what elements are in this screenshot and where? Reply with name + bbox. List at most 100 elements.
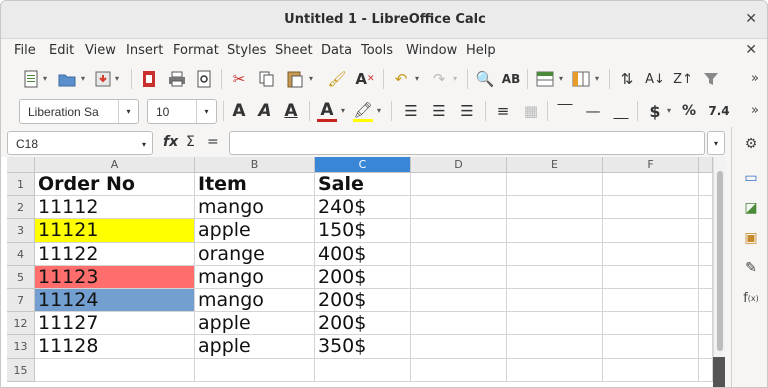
redo-dropdown-icon[interactable]: ▾ xyxy=(453,74,457,83)
cell-e7[interactable] xyxy=(507,289,603,313)
row-header[interactable]: 2 xyxy=(7,196,35,220)
cell-e1[interactable] xyxy=(507,173,603,197)
row-header[interactable]: 12 xyxy=(7,312,35,336)
font-color-dropdown-icon[interactable]: ▾ xyxy=(341,106,345,115)
find-replace-icon[interactable]: 🔍 xyxy=(475,69,495,89)
cell-f5[interactable] xyxy=(603,265,699,289)
sort-ascending-icon[interactable]: A↓ xyxy=(645,69,665,89)
cell-b1[interactable]: Item xyxy=(195,173,315,197)
cell-d7[interactable] xyxy=(411,289,507,313)
cell-b5[interactable]: mango xyxy=(195,265,315,289)
column-dropdown-icon[interactable]: ▾ xyxy=(595,74,599,83)
paste-icon[interactable] xyxy=(285,69,305,89)
row-header[interactable]: 7 xyxy=(7,289,35,313)
cell-c15[interactable] xyxy=(315,358,411,382)
undo-icon[interactable]: ↶ xyxy=(391,69,411,89)
paste-dropdown-icon[interactable]: ▾ xyxy=(309,74,313,83)
cell-d5[interactable] xyxy=(411,265,507,289)
cell-a1[interactable]: Order No xyxy=(35,173,195,197)
cell-d4[interactable] xyxy=(411,242,507,266)
wrap-text-icon[interactable]: ≡ xyxy=(493,101,513,121)
save-icon[interactable] xyxy=(93,69,113,89)
column-header-d[interactable]: D xyxy=(411,157,507,173)
cell-a3[interactable]: 11121 xyxy=(35,219,195,243)
clone-formatting-icon[interactable]: 🖌 xyxy=(327,69,347,89)
cell-b4[interactable]: orange xyxy=(195,242,315,266)
copy-icon[interactable] xyxy=(257,69,277,89)
function-wizard-icon[interactable]: fx xyxy=(163,134,178,150)
cell-e13[interactable] xyxy=(507,335,603,359)
cell-a12[interactable]: 11127 xyxy=(35,312,195,336)
cell-a15[interactable] xyxy=(35,358,195,382)
spreadsheet-grid[interactable]: A B C D E F 1 Order No Item Sale 2 11112 mango… xyxy=(1,157,725,387)
cell-f2[interactable] xyxy=(603,196,699,220)
cell-b3[interactable]: apple xyxy=(195,219,315,243)
currency-icon[interactable]: $ xyxy=(645,101,665,121)
new-dropdown-icon[interactable]: ▾ xyxy=(43,74,47,83)
align-center-icon[interactable]: ☰ xyxy=(429,101,449,121)
menu-styles[interactable]: Styles xyxy=(227,43,266,58)
cell-c13[interactable]: 350$ xyxy=(315,335,411,359)
cell-d13[interactable] xyxy=(411,335,507,359)
print-preview-icon[interactable] xyxy=(194,69,214,89)
cell-g13[interactable] xyxy=(699,335,713,359)
cell-a5[interactable]: 11123 xyxy=(35,265,195,289)
column-header-b[interactable]: B xyxy=(195,157,315,173)
align-top-icon[interactable]: ⎺ xyxy=(555,101,575,121)
export-pdf-icon[interactable] xyxy=(139,69,159,89)
row-header[interactable]: 4 xyxy=(7,242,35,266)
select-all-corner[interactable] xyxy=(7,157,35,173)
cell-g7[interactable] xyxy=(699,289,713,313)
cell-a7[interactable]: 11124 xyxy=(35,289,195,313)
window-close-icon[interactable]: ✕ xyxy=(745,11,757,27)
column-header-g[interactable] xyxy=(699,157,713,173)
italic-icon[interactable]: A xyxy=(255,101,275,121)
cell-d2[interactable] xyxy=(411,196,507,220)
cell-c4[interactable]: 400$ xyxy=(315,242,411,266)
cell-c1[interactable]: Sale xyxy=(315,173,411,197)
cell-b7[interactable]: mango xyxy=(195,289,315,313)
menu-tools[interactable]: Tools xyxy=(361,43,393,58)
cell-e5[interactable] xyxy=(507,265,603,289)
cell-e15[interactable] xyxy=(507,358,603,382)
menu-help[interactable]: Help xyxy=(466,43,496,58)
cell-e3[interactable] xyxy=(507,219,603,243)
spelling-icon[interactable]: AB xyxy=(501,69,521,89)
cell-a13[interactable]: 11128 xyxy=(35,335,195,359)
cell-b12[interactable]: apple xyxy=(195,312,315,336)
sort-icon[interactable]: ⇅ xyxy=(617,69,637,89)
cut-icon[interactable]: ✂ xyxy=(229,69,249,89)
cell-f3[interactable] xyxy=(603,219,699,243)
row-header[interactable]: 5 xyxy=(7,265,35,289)
open-dropdown-icon[interactable]: ▾ xyxy=(81,74,85,83)
cell-g4[interactable] xyxy=(699,242,713,266)
align-middle-icon[interactable]: — xyxy=(583,101,603,121)
row-header[interactable]: 15 xyxy=(7,358,35,382)
toolbar2-overflow-icon[interactable]: » xyxy=(751,103,759,118)
cell-g12[interactable] xyxy=(699,312,713,336)
cell-c2[interactable]: 240$ xyxy=(315,196,411,220)
formula-input[interactable] xyxy=(229,131,705,155)
merge-cells-icon[interactable]: ▦ xyxy=(521,101,541,121)
column-icon[interactable] xyxy=(571,69,591,89)
cell-c7[interactable]: 200$ xyxy=(315,289,411,313)
print-icon[interactable] xyxy=(167,69,187,89)
vertical-scroll-thumb[interactable] xyxy=(717,171,723,351)
align-bottom-icon[interactable]: ⎽ xyxy=(611,101,631,121)
cell-b13[interactable]: apple xyxy=(195,335,315,359)
row-icon[interactable] xyxy=(535,69,555,89)
cell-d3[interactable] xyxy=(411,219,507,243)
autofilter-icon[interactable] xyxy=(701,69,721,89)
cell-d15[interactable] xyxy=(411,358,507,382)
cell-f15[interactable] xyxy=(603,358,699,382)
column-header-a[interactable]: A xyxy=(35,157,195,173)
functions-icon[interactable]: f (x) xyxy=(740,287,762,309)
styles-icon[interactable]: ◪ xyxy=(740,197,762,219)
cell-e2[interactable] xyxy=(507,196,603,220)
menu-view[interactable]: View xyxy=(85,43,116,58)
open-folder-icon[interactable] xyxy=(57,69,77,89)
menu-window[interactable]: Window xyxy=(406,43,457,58)
cell-g2[interactable] xyxy=(699,196,713,220)
font-size-combo[interactable]: 10 ▾ xyxy=(147,99,217,124)
highlight-dropdown-icon[interactable]: ▾ xyxy=(377,106,381,115)
